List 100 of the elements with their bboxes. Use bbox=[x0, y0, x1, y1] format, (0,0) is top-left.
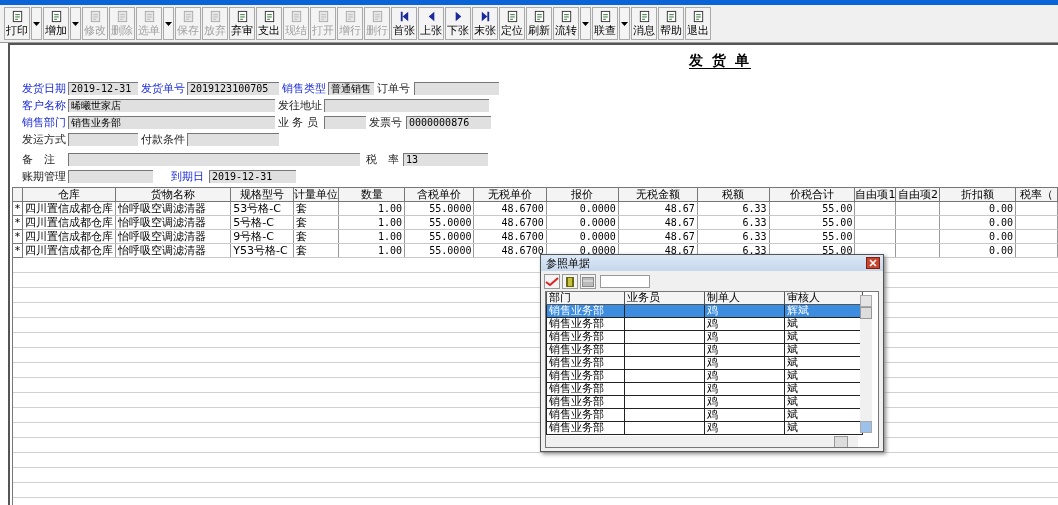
caret-icon bbox=[582, 21, 589, 26]
column-header[interactable]: 无税金额 bbox=[618, 187, 698, 202]
grid-button[interactable] bbox=[580, 274, 596, 289]
field-label: 发货单号 bbox=[141, 81, 186, 96]
confirm-button[interactable] bbox=[544, 274, 560, 289]
input-field[interactable] bbox=[68, 133, 138, 146]
toolbar-button[interactable]: 刷新 bbox=[526, 7, 552, 40]
checkmark-icon bbox=[545, 276, 559, 287]
column-header[interactable]: 部门 bbox=[546, 292, 625, 305]
column-header[interactable]: 价税合计 bbox=[769, 187, 855, 202]
toolbar-button[interactable]: 流转 bbox=[553, 7, 579, 40]
list-row[interactable]: 销售业务部 鸡 斌 bbox=[546, 408, 863, 422]
toolbar-button[interactable]: 定位 bbox=[499, 7, 525, 40]
input-field[interactable] bbox=[600, 275, 650, 288]
table-cell: 6.33 bbox=[742, 217, 767, 228]
toolbar-button[interactable]: 弃审 bbox=[229, 7, 255, 40]
input-field[interactable] bbox=[324, 99, 489, 112]
column-header[interactable]: 税额 bbox=[697, 187, 770, 202]
close-button[interactable] bbox=[866, 257, 880, 269]
table-cell: 55.00 bbox=[822, 217, 853, 228]
table-cell: 0.0000 bbox=[579, 245, 616, 256]
column-header[interactable]: 货物名称 bbox=[115, 187, 231, 202]
table-cell: 6.33 bbox=[742, 245, 767, 256]
list-row[interactable]: 销售业务部 鸡 斌 bbox=[546, 369, 863, 383]
table-cell: 55.0000 bbox=[429, 231, 472, 242]
table-cell: 55.0000 bbox=[429, 203, 472, 214]
table-cell: 0.00 bbox=[989, 203, 1014, 214]
row-marker: * bbox=[12, 229, 23, 244]
scrollbar[interactable] bbox=[860, 295, 872, 433]
door-button[interactable] bbox=[562, 274, 578, 289]
toolbar-button[interactable]: 帮助 bbox=[658, 7, 684, 40]
table-cell: 怡呼吸空调滤清器 bbox=[117, 202, 206, 215]
column-header[interactable]: 报价 bbox=[546, 187, 619, 202]
field-label: 税 率 bbox=[366, 152, 400, 167]
column-header[interactable]: 仓库 bbox=[22, 187, 116, 202]
input-field[interactable] bbox=[187, 133, 279, 146]
dropdown-button[interactable] bbox=[580, 7, 591, 40]
toolbar-button[interactable]: 首张 bbox=[391, 7, 417, 40]
toolbar-button[interactable]: 退出 bbox=[685, 7, 711, 40]
input-field[interactable] bbox=[68, 170, 153, 183]
toolbar-button[interactable]: 联查 bbox=[592, 7, 618, 40]
dropdown-button[interactable] bbox=[31, 7, 42, 40]
table-cell: 套 bbox=[296, 230, 308, 243]
column-header[interactable]: 计量单位 bbox=[293, 187, 339, 202]
list-row[interactable]: 销售业务部 鸡 斌 bbox=[546, 330, 863, 344]
column-header[interactable]: 规格型号 bbox=[230, 187, 294, 202]
column-header[interactable]: 无税单价 bbox=[473, 187, 547, 202]
scrollbar[interactable] bbox=[546, 436, 858, 447]
table-cell: 0.00 bbox=[989, 245, 1014, 256]
input-field[interactable] bbox=[414, 82, 499, 95]
document-icon bbox=[49, 9, 63, 23]
field-label: 发运方式 bbox=[22, 132, 67, 147]
list-row[interactable]: 销售业务部 鸡 斌 bbox=[546, 356, 863, 370]
toolbar-button[interactable]: 下张 bbox=[445, 7, 471, 40]
input-field[interactable]: 2019-12-31 bbox=[209, 170, 296, 183]
document-icon bbox=[316, 9, 330, 23]
column-header[interactable]: 审核人 bbox=[784, 292, 863, 305]
column-header[interactable]: 制单人 bbox=[704, 292, 785, 305]
input-field[interactable]: 13 bbox=[403, 153, 488, 166]
column-header[interactable]: 数量 bbox=[338, 187, 405, 202]
list-row[interactable]: 销售业务部 鸡 斌 bbox=[546, 395, 863, 409]
dropdown-button[interactable] bbox=[619, 7, 630, 40]
list-row[interactable]: 销售业务部 鸡 斌 bbox=[546, 382, 863, 396]
table-cell: 怡呼吸空调滤清器 bbox=[117, 216, 206, 229]
input-field[interactable] bbox=[68, 153, 360, 166]
toolbar-button[interactable]: 增加 bbox=[43, 7, 69, 40]
document-icon bbox=[559, 9, 573, 23]
table-cell: 55.0000 bbox=[429, 245, 472, 256]
column-header[interactable]: 税率（ bbox=[1015, 187, 1058, 202]
column-header[interactable]: 业务员 bbox=[624, 292, 705, 305]
toolbar-button[interactable]: 末张 bbox=[472, 7, 498, 40]
table-cell: 1.00 bbox=[378, 231, 403, 242]
table-cell: 怡呼吸空调滤清器 bbox=[117, 230, 206, 243]
list-row[interactable]: 销售业务部 鸡 斌 bbox=[546, 343, 863, 357]
input-field[interactable]: 晞曦世家店 bbox=[68, 99, 275, 112]
dropdown-button[interactable] bbox=[70, 7, 81, 40]
field-label: 到期日 bbox=[171, 169, 205, 184]
input-field[interactable]: 2019123100705 bbox=[187, 82, 279, 95]
table-cell: 0.0000 bbox=[579, 203, 616, 214]
table-cell: 0.0000 bbox=[579, 217, 616, 228]
column-header[interactable]: 自由项1 bbox=[854, 187, 896, 202]
document-icon bbox=[343, 9, 357, 23]
list-row[interactable]: 销售业务部 鸡 斌 bbox=[546, 317, 863, 331]
column-header[interactable]: 含税单价 bbox=[404, 187, 474, 202]
column-header[interactable]: 自由项2 bbox=[895, 187, 940, 202]
input-field[interactable]: 2019-12-31 bbox=[68, 82, 138, 95]
toolbar-button[interactable]: 打印 bbox=[4, 7, 30, 40]
column-header[interactable]: 折扣额 bbox=[939, 187, 1016, 202]
input-field[interactable]: 0000000876 bbox=[406, 116, 491, 129]
table-cell: 四川置信成都仓库 bbox=[24, 216, 113, 229]
input-field[interactable] bbox=[324, 116, 366, 129]
input-field[interactable]: 普通销售 bbox=[328, 82, 374, 95]
toolbar-button[interactable]: 消息 bbox=[631, 7, 657, 40]
field-label: 发货日期 bbox=[22, 81, 67, 96]
toolbar-button[interactable]: 支出 bbox=[256, 7, 282, 40]
input-field[interactable]: 销售业务部 bbox=[68, 116, 275, 129]
row-marker: * bbox=[12, 243, 23, 258]
document-icon bbox=[235, 9, 249, 23]
toolbar-button[interactable]: 上张 bbox=[418, 7, 444, 40]
list-row[interactable]: 销售业务部 鸡 斌 bbox=[546, 421, 863, 435]
